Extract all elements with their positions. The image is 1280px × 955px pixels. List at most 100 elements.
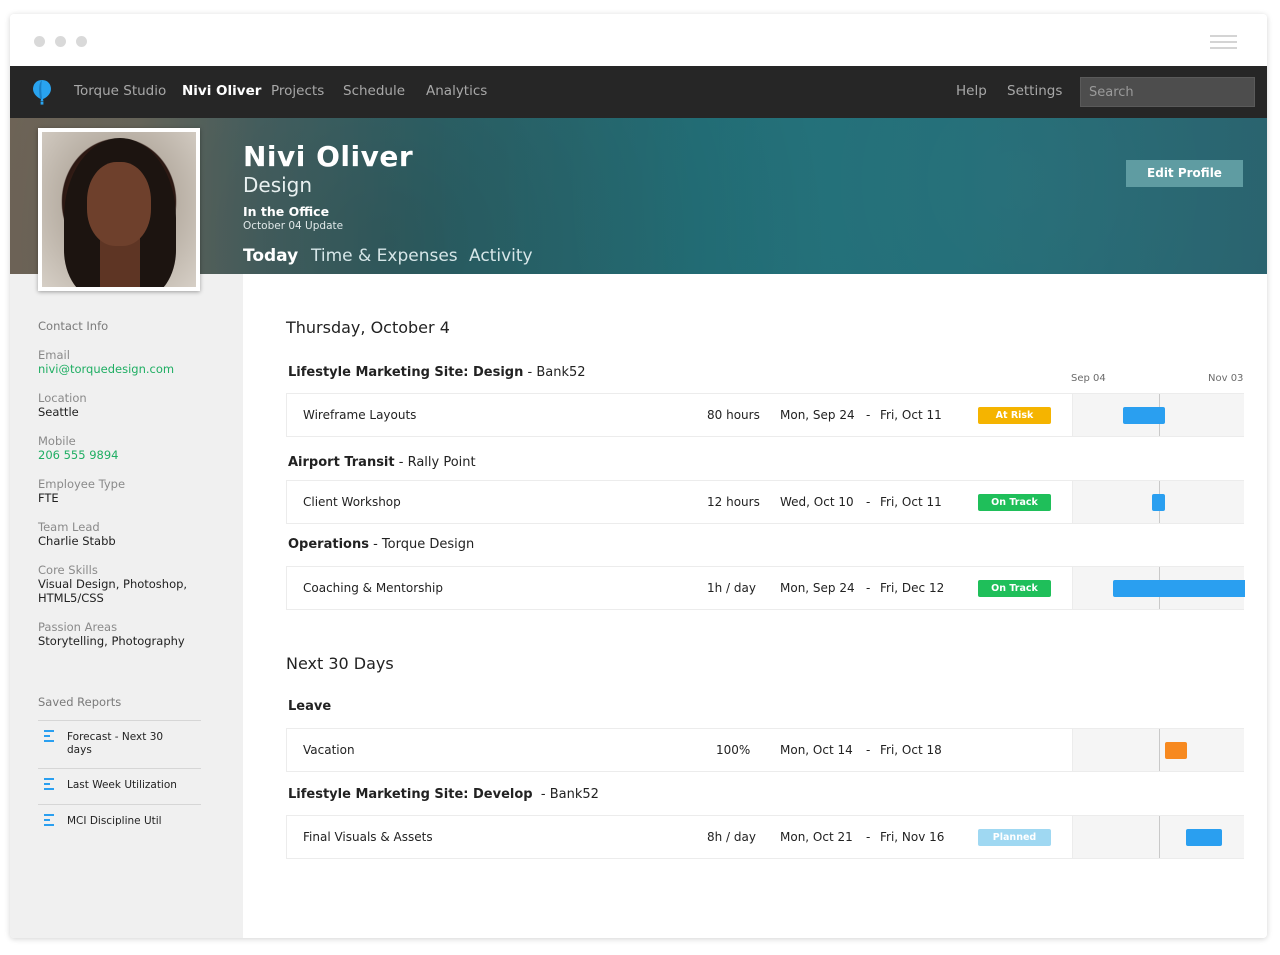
team-lead-value: Charlie Stabb <box>38 534 116 548</box>
today-title: Thursday, October 4 <box>286 318 450 337</box>
nav-brand[interactable]: Torque Studio <box>74 83 166 99</box>
timeline-today-marker <box>1159 729 1160 771</box>
task-name: Vacation <box>303 743 355 757</box>
email-link[interactable]: nivi@torquedesign.com <box>38 362 218 376</box>
date-separator: - <box>866 495 871 509</box>
timeline-bar[interactable] <box>1123 407 1165 424</box>
task-row[interactable]: Wireframe Layouts 80 hours Mon, Sep 24 -… <box>286 393 1244 437</box>
edit-profile-button[interactable]: Edit Profile <box>1126 160 1243 187</box>
project-title: Operations - Torque Design <box>288 537 475 552</box>
window-close-dot[interactable] <box>34 36 45 47</box>
task-row[interactable]: Vacation 100% Mon, Oct 14 - Fri, Oct 18 <box>286 728 1244 772</box>
project-title: Leave <box>288 699 332 714</box>
window-maximize-dot[interactable] <box>76 36 87 47</box>
balloon-logo-icon[interactable] <box>32 79 52 105</box>
timeline-bar[interactable] <box>1186 829 1222 846</box>
hamburger-menu-icon[interactable] <box>1210 35 1237 53</box>
top-navigation: Torque Studio Nivi Oliver Projects Sched… <box>10 66 1267 118</box>
nav-item-schedule[interactable]: Schedule <box>343 83 405 99</box>
report-icon <box>44 814 56 828</box>
task-end-date: Fri, Oct 11 <box>880 408 942 422</box>
task-end-date: Fri, Oct 18 <box>880 743 942 757</box>
mobile-link[interactable]: 206 555 9894 <box>38 448 218 462</box>
task-name: Wireframe Layouts <box>303 408 417 422</box>
timeline-end-label: Nov 03 <box>1208 373 1244 384</box>
timeline-cell <box>1072 729 1244 771</box>
app-window: Torque Studio Nivi Oliver Projects Sched… <box>10 14 1267 938</box>
timeline-cell <box>1072 481 1244 523</box>
location-value: Seattle <box>38 405 79 419</box>
nav-item-analytics[interactable]: Analytics <box>426 83 487 99</box>
task-start-date: Mon, Sep 24 <box>780 581 855 595</box>
profile-status: In the Office <box>243 204 330 219</box>
tab-time-expenses[interactable]: Time & Expenses <box>311 246 458 266</box>
project-title: Lifestyle Marketing Site: Develop - Bank… <box>288 787 599 802</box>
window-chrome <box>10 14 1267 66</box>
profile-name: Nivi Oliver <box>243 140 414 173</box>
task-row[interactable]: Final Visuals & Assets 8h / day Mon, Oct… <box>286 815 1244 859</box>
status-badge: At Risk <box>978 407 1051 424</box>
avatar-photo <box>42 132 196 287</box>
task-allocation: 100% <box>716 743 751 757</box>
timeline-bar[interactable] <box>1113 580 1245 597</box>
tab-activity[interactable]: Activity <box>469 246 533 266</box>
nav-item-projects[interactable]: Projects <box>271 83 324 99</box>
report-icon <box>44 778 56 792</box>
task-start-date: Mon, Sep 24 <box>780 408 855 422</box>
nav-item-profile[interactable]: Nivi Oliver <box>182 83 261 99</box>
date-separator: - <box>866 408 871 422</box>
team-lead-label: Team Lead <box>38 520 100 534</box>
task-name: Coaching & Mentorship <box>303 581 443 595</box>
saved-report-label: MCI Discipline Util <box>67 815 162 827</box>
status-badge: Planned <box>978 829 1051 846</box>
location-label: Location <box>38 391 87 405</box>
saved-report-last-week[interactable]: Last Week Utilization <box>38 768 201 804</box>
date-separator: - <box>866 830 871 844</box>
search-input[interactable] <box>1080 77 1255 107</box>
email-label: Email <box>38 348 70 362</box>
project-title: Lifestyle Marketing Site: Design - Bank5… <box>288 365 586 380</box>
saved-report-mci[interactable]: MCI Discipline Util <box>38 804 201 840</box>
passion-areas-label: Passion Areas <box>38 620 118 634</box>
saved-report-forecast[interactable]: Forecast - Next 30 days <box>38 720 201 768</box>
nav-item-settings[interactable]: Settings <box>1007 83 1062 99</box>
saved-report-label: Forecast - Next 30 days <box>67 731 164 756</box>
task-start-date: Mon, Oct 21 <box>780 830 853 844</box>
status-badge: On Track <box>978 494 1051 511</box>
task-name: Client Workshop <box>303 495 401 509</box>
tab-today[interactable]: Today <box>243 246 298 266</box>
task-end-date: Fri, Nov 16 <box>880 830 945 844</box>
profile-header: Nivi Oliver Design In the Office October… <box>10 118 1267 291</box>
mobile-label: Mobile <box>38 434 76 448</box>
task-hours: 80 hours <box>707 408 760 422</box>
window-minimize-dot[interactable] <box>55 36 66 47</box>
task-start-date: Wed, Oct 10 <box>780 495 854 509</box>
sidebar: Contact Info Email nivi@torquedesign.com… <box>10 274 243 938</box>
project-title: Airport Transit - Rally Point <box>288 455 476 470</box>
task-start-date: Mon, Oct 14 <box>780 743 853 757</box>
status-badge: On Track <box>978 580 1051 597</box>
date-separator: - <box>866 743 871 757</box>
task-row[interactable]: Coaching & Mentorship 1h / day Mon, Sep … <box>286 566 1245 610</box>
timeline-bar[interactable] <box>1165 742 1187 759</box>
task-hours: 12 hours <box>707 495 760 509</box>
core-skills-value-line1: Visual Design, Photoshop, <box>38 577 188 591</box>
task-end-date: Fri, Oct 11 <box>880 495 942 509</box>
task-row[interactable]: Client Workshop 12 hours Wed, Oct 10 - F… <box>286 480 1244 524</box>
employee-type-label: Employee Type <box>38 477 126 491</box>
saved-reports-heading: Saved Reports <box>38 695 122 709</box>
employee-type-value: FTE <box>38 491 59 505</box>
profile-update-date: October 04 Update <box>243 220 344 232</box>
task-hours: 1h / day <box>707 581 756 595</box>
task-end-date: Fri, Dec 12 <box>880 581 945 595</box>
main-content: Thursday, October 4 Lifestyle Marketing … <box>243 274 1267 938</box>
task-name: Final Visuals & Assets <box>303 830 433 844</box>
timeline-bar[interactable] <box>1152 494 1165 511</box>
profile-department: Design <box>243 173 313 197</box>
avatar <box>38 128 200 291</box>
report-icon <box>44 730 56 744</box>
core-skills-value-line2: HTML5/CSS <box>38 591 104 605</box>
nav-item-help[interactable]: Help <box>956 83 987 99</box>
task-hours: 8h / day <box>707 830 756 844</box>
timeline-cell <box>1072 394 1244 436</box>
